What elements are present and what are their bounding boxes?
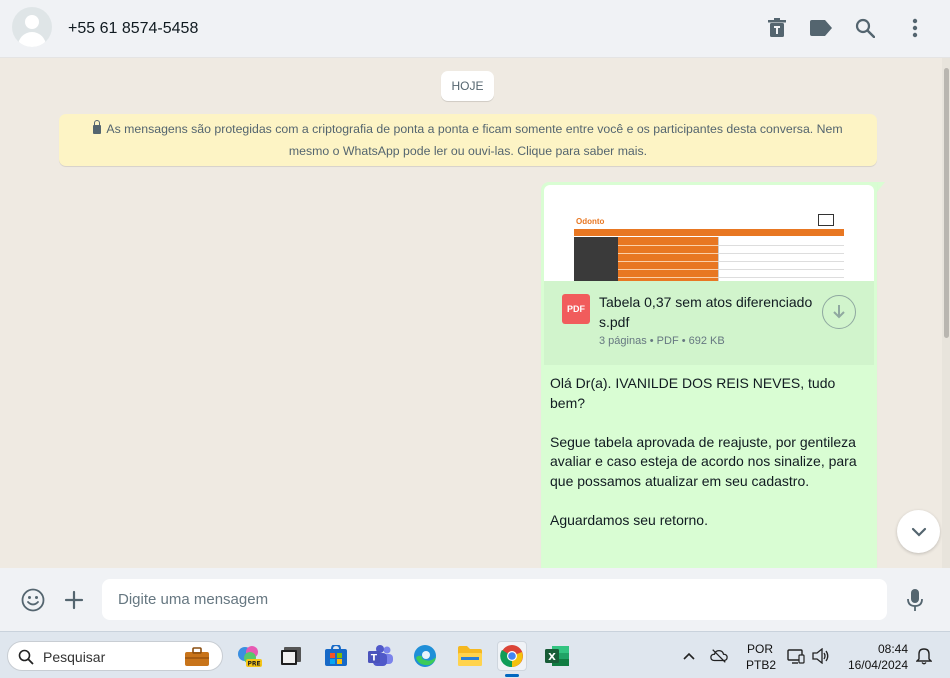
message-input[interactable] bbox=[102, 579, 887, 620]
document-line bbox=[618, 277, 718, 278]
microphone-icon[interactable] bbox=[902, 587, 928, 613]
document-line bbox=[718, 269, 844, 270]
contact-avatar[interactable] bbox=[12, 7, 52, 47]
pdf-file-icon: PDF bbox=[562, 294, 590, 324]
taskbar-search[interactable]: Pesquisar bbox=[7, 641, 223, 671]
excel-icon[interactable]: X bbox=[542, 641, 572, 671]
chevron-down-icon bbox=[911, 527, 926, 537]
label-tag-icon[interactable] bbox=[809, 16, 833, 40]
document-page-mark bbox=[818, 214, 834, 226]
svg-text:T: T bbox=[371, 654, 378, 664]
file-explorer-icon[interactable] bbox=[455, 641, 485, 671]
teams-icon[interactable]: T bbox=[366, 641, 396, 671]
copilot-icon[interactable]: PRE bbox=[234, 641, 264, 671]
message-text: Olá Dr(a). IVANILDE DOS REIS NEVES, tudo… bbox=[550, 375, 857, 528]
avatar-head bbox=[25, 15, 39, 29]
active-app-indicator bbox=[505, 674, 519, 677]
microsoft-store-icon[interactable] bbox=[321, 641, 351, 671]
message-composer bbox=[0, 568, 950, 631]
briefcase-icon bbox=[185, 647, 209, 666]
document-col-a bbox=[574, 237, 618, 281]
contact-name[interactable]: +55 61 8574-5458 bbox=[68, 20, 198, 38]
edge-browser-icon[interactable] bbox=[410, 641, 440, 671]
attach-plus-icon[interactable] bbox=[61, 587, 87, 613]
document-logo: Odonto bbox=[576, 217, 605, 226]
svg-text:X: X bbox=[548, 652, 556, 663]
document-line bbox=[618, 253, 718, 254]
document-line bbox=[718, 277, 844, 278]
avatar-body bbox=[18, 32, 46, 47]
document-line bbox=[618, 261, 718, 262]
document-line bbox=[718, 253, 844, 254]
document-line bbox=[618, 269, 718, 270]
bubble-tail bbox=[877, 182, 885, 192]
chat-area[interactable]: HOJE As mensagens são protegidas com a c… bbox=[0, 58, 942, 568]
chat-header: +55 61 8574-5458 bbox=[0, 0, 950, 58]
document-banner bbox=[574, 229, 844, 236]
document-attachment[interactable]: PDF Tabela 0,37 sem atos diferenciados.p… bbox=[544, 281, 874, 365]
show-hidden-icons-chevron-icon[interactable] bbox=[680, 647, 698, 665]
menu-kebab-icon[interactable] bbox=[903, 16, 927, 40]
chrome-browser-icon[interactable] bbox=[497, 641, 527, 671]
document-line bbox=[718, 245, 844, 246]
download-button[interactable] bbox=[822, 295, 856, 329]
document-line bbox=[718, 261, 844, 262]
system-clock[interactable]: 08:44 16/04/2024 bbox=[840, 641, 908, 673]
clock-date: 16/04/2024 bbox=[847, 658, 908, 672]
taskbar-search-label: Pesquisar bbox=[43, 649, 106, 665]
search-icon[interactable] bbox=[853, 16, 877, 40]
document-col-b bbox=[618, 237, 718, 281]
outgoing-message-bubble[interactable]: Odonto PDF Tabela 0,37 sem atos diferenc… bbox=[541, 182, 877, 568]
trash-icon[interactable] bbox=[765, 16, 789, 40]
chat-scrollbar-thumb[interactable] bbox=[944, 68, 949, 338]
emoji-icon[interactable] bbox=[20, 587, 46, 613]
encryption-notice-text: As mensagens são protegidas com a cripto… bbox=[106, 122, 843, 158]
document-line bbox=[618, 245, 718, 246]
document-col-c bbox=[718, 237, 844, 281]
encryption-notice[interactable]: As mensagens são protegidas com a cripto… bbox=[59, 114, 877, 166]
day-separator: HOJE bbox=[441, 71, 494, 101]
scroll-to-bottom-button[interactable] bbox=[897, 510, 940, 553]
notification-bell-icon[interactable] bbox=[915, 647, 933, 665]
search-icon bbox=[18, 649, 34, 665]
download-arrow-icon bbox=[833, 305, 845, 319]
network-icon[interactable] bbox=[787, 647, 805, 665]
document-thumbnail[interactable]: Odonto bbox=[544, 185, 874, 281]
language-code: POR bbox=[746, 642, 773, 656]
document-name: Tabela 0,37 sem atos diferenciados.pdf bbox=[599, 294, 813, 330]
document-table-preview bbox=[574, 237, 844, 281]
document-meta: 3 páginas • PDF • 692 KB bbox=[599, 335, 725, 347]
lock-icon bbox=[93, 120, 102, 134]
input-language-indicator[interactable]: POR PTB2 bbox=[746, 641, 777, 673]
task-view-icon[interactable] bbox=[276, 641, 306, 671]
volume-icon[interactable] bbox=[812, 647, 830, 665]
svg-text:PRE: PRE bbox=[247, 661, 260, 668]
keyboard-layout: PTB2 bbox=[746, 658, 777, 672]
windows-taskbar: Pesquisar PRE T X POR PTB2 08:44 16/04/2… bbox=[0, 631, 950, 678]
clock-time: 08:44 bbox=[877, 642, 908, 656]
onedrive-offline-icon[interactable] bbox=[710, 647, 728, 665]
